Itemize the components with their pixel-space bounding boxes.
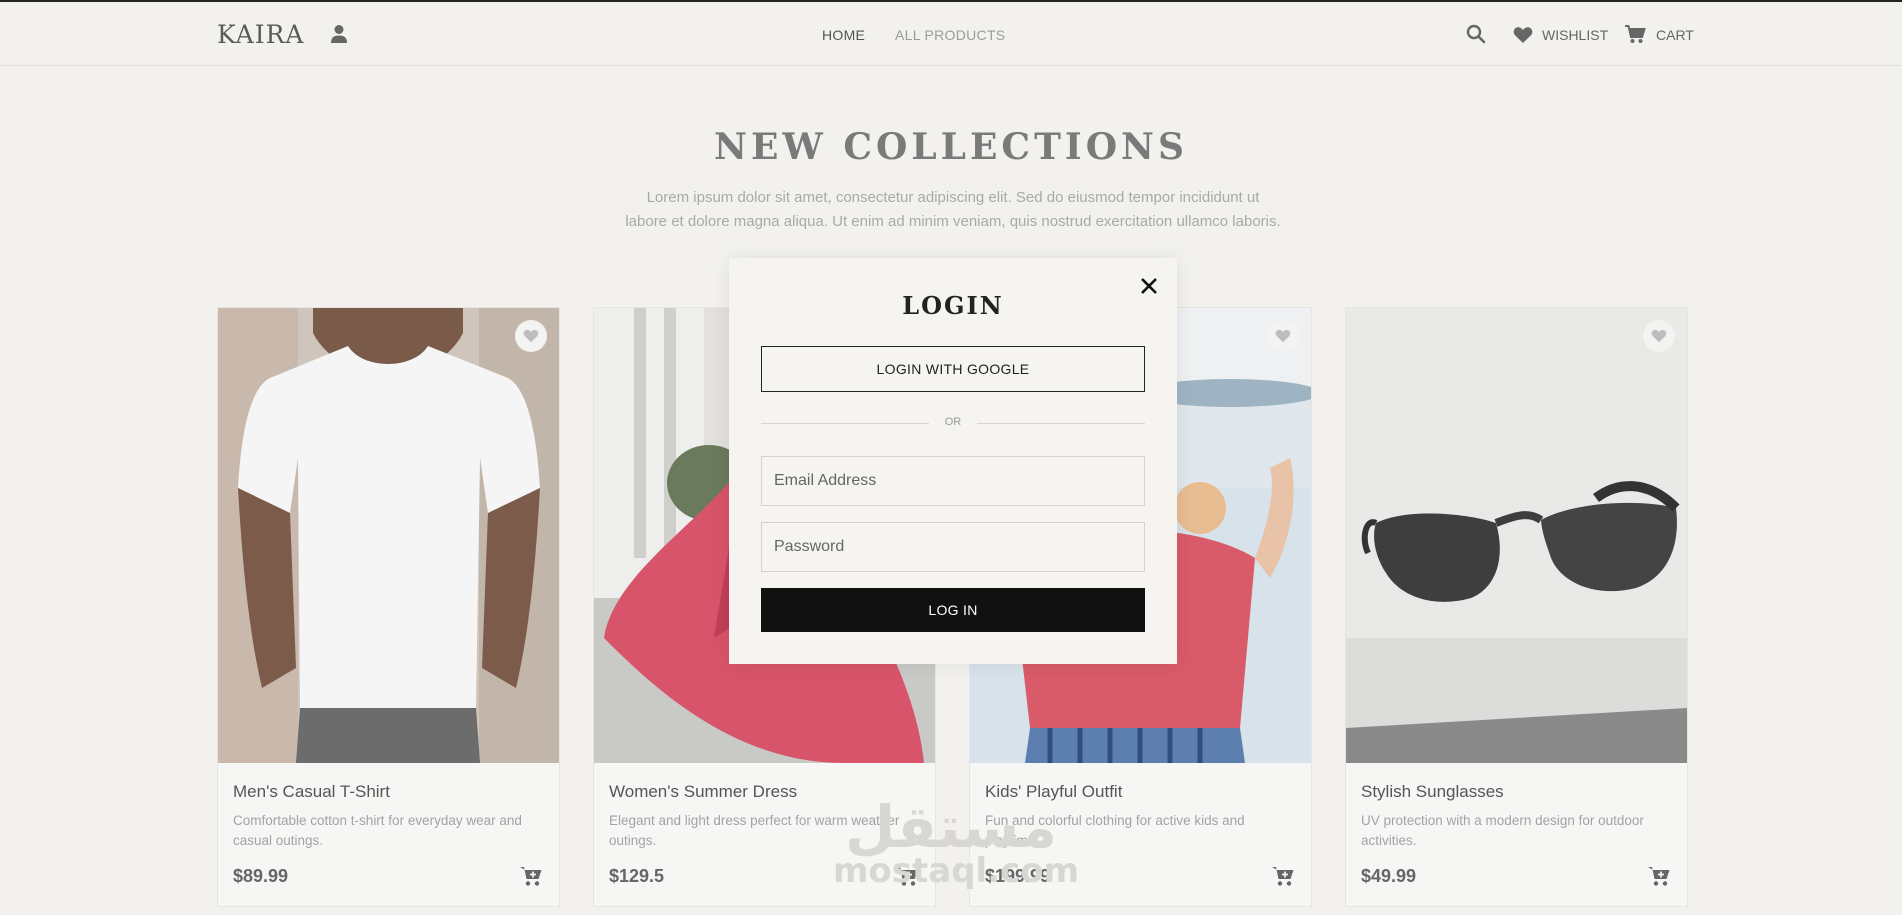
section-description: Lorem ipsum dolor sit amet, consectetur … xyxy=(625,189,1281,230)
product-image[interactable] xyxy=(218,308,559,763)
heart-icon xyxy=(1275,329,1291,343)
favorite-heart-button[interactable] xyxy=(515,320,547,352)
heart-icon xyxy=(1651,329,1667,343)
password-field[interactable] xyxy=(761,522,1145,572)
nav-all-products-link[interactable]: ALL PRODUCTS xyxy=(895,27,1005,43)
cart-link[interactable]: CART xyxy=(1656,27,1694,43)
product-description: UV protection with a modern design for o… xyxy=(1361,813,1644,848)
favorite-heart-button[interactable] xyxy=(1267,320,1299,352)
add-to-cart-icon[interactable] xyxy=(1647,865,1671,887)
divider-line xyxy=(977,423,1145,424)
wishlist-link[interactable]: WISHLIST xyxy=(1542,27,1608,43)
product-price: $49.99 xyxy=(1361,866,1417,886)
log-in-button[interactable]: LOG IN xyxy=(761,588,1145,632)
site-logo[interactable]: KAIRA xyxy=(217,20,304,49)
divider-line xyxy=(761,423,929,424)
login-with-google-button[interactable]: LOGIN WITH GOOGLE xyxy=(761,346,1145,392)
product-description: Fun and colorful clothing for active kid… xyxy=(985,813,1245,848)
product-price: $199.99 xyxy=(985,866,1051,886)
favorite-heart-button[interactable] xyxy=(1643,320,1675,352)
nav-home-link[interactable]: HOME xyxy=(822,27,865,43)
product-card[interactable]: Men's Casual T-Shirt Comfortable cotton … xyxy=(217,307,560,907)
cart-icon[interactable] xyxy=(1624,24,1646,44)
product-name[interactable]: Kids' Playful Outfit xyxy=(985,782,1122,802)
product-description: Comfortable cotton t-shirt for everyday … xyxy=(233,813,522,848)
product-name[interactable]: Women's Summer Dress xyxy=(609,782,797,802)
product-card[interactable]: Stylish Sunglasses UV protection with a … xyxy=(1345,307,1688,907)
add-to-cart-icon[interactable] xyxy=(519,865,543,887)
product-image[interactable] xyxy=(1346,308,1687,763)
heart-icon xyxy=(523,329,539,343)
heart-icon[interactable] xyxy=(1513,26,1533,44)
login-modal: LOGIN LOGIN WITH GOOGLE OR LOG IN xyxy=(729,258,1177,664)
user-icon[interactable] xyxy=(330,24,348,44)
add-to-cart-icon[interactable] xyxy=(895,865,919,887)
email-field[interactable] xyxy=(761,456,1145,506)
search-icon[interactable] xyxy=(1466,24,1486,44)
site-header: KAIRA HOME ALL PRODUCTS WISHLIST CART xyxy=(0,2,1902,66)
add-to-cart-icon[interactable] xyxy=(1271,865,1295,887)
product-price: $89.99 xyxy=(233,866,289,886)
product-name[interactable]: Stylish Sunglasses xyxy=(1361,782,1504,802)
section-title: NEW COLLECTIONS xyxy=(714,126,1188,168)
modal-title: LOGIN xyxy=(902,291,1004,320)
divider-text: OR xyxy=(944,416,962,428)
product-price: $129.5 xyxy=(609,866,665,886)
product-description: Elegant and light dress perfect for warm… xyxy=(609,813,900,848)
product-name[interactable]: Men's Casual T-Shirt xyxy=(233,782,390,802)
